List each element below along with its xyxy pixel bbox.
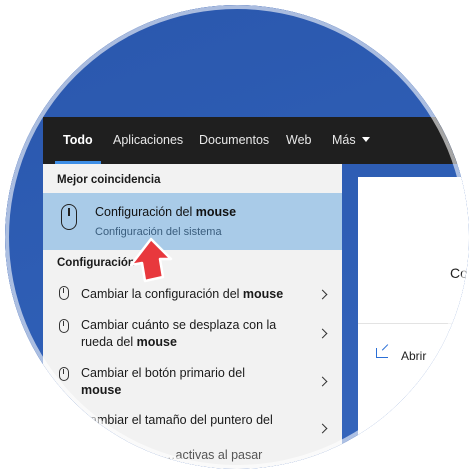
list-item-bold: mouse [136, 335, 177, 349]
caret-down-icon [361, 137, 370, 143]
list-item-label: Cambiar el tamaño del puntero del [81, 413, 273, 427]
red-arrow-pointer-icon [129, 237, 173, 283]
mouse-icon [59, 367, 69, 381]
chevron-right-icon [317, 423, 328, 434]
list-item[interactable]: Cambiar la configuración del mouse [43, 283, 342, 311]
best-match-item[interactable]: Configuración del mouse Configuración de… [43, 193, 342, 250]
mouse-icon [61, 204, 77, 230]
list-item[interactable]: Cambiar el tamaño del puntero del [43, 411, 342, 451]
mouse-icon [59, 414, 69, 428]
mouse-icon [59, 319, 69, 333]
list-item-line1: Cambiar el botón primario del [81, 366, 245, 380]
tab-mas[interactable]: Más [332, 117, 370, 164]
best-match-heading: Mejor coincidencia [57, 174, 161, 186]
tab-todo[interactable]: Todo [55, 117, 101, 164]
chevron-right-icon [317, 328, 328, 339]
preview-panel: Co Abrir [358, 177, 469, 469]
open-icon [376, 348, 388, 358]
chevron-right-icon [317, 289, 328, 300]
zoom-lens: Todo Aplicaciones Documentos Web Más Mej… [5, 5, 469, 469]
list-item[interactable]: Cambiar el botón primario del mouse [43, 364, 342, 404]
tab-mas-label: Más [332, 133, 356, 147]
list-item[interactable]: Cambiar cuánto se desplaza con la rueda d… [43, 316, 342, 356]
list-item-label: Cambiar la configuración del mouse [81, 286, 301, 303]
tab-documentos[interactable]: Documentos [199, 117, 269, 164]
list-item-label: Cambiar el botón primario del mouse [81, 365, 301, 399]
search-results-panel: Mejor coincidencia Configuración del mou… [43, 164, 342, 469]
list-item-label: …activas al pasar [163, 448, 263, 462]
list-item-bold: mouse [242, 287, 284, 301]
open-button[interactable]: Abrir [401, 349, 426, 363]
preview-title: Co [450, 265, 468, 281]
best-match-title-bold: mouse [195, 205, 237, 219]
list-item-bold: mouse [81, 383, 122, 397]
list-item-label: Cambiar cuánto se desplaza con la rueda d… [81, 317, 301, 351]
best-match-title-text: Configuración del [95, 205, 196, 219]
list-item-line1: Cambiar cuánto se desplaza con la [81, 318, 277, 332]
chevron-right-icon [317, 376, 328, 387]
best-match-title: Configuración del mouse [95, 205, 236, 219]
mouse-icon [59, 286, 69, 300]
search-tab-bar: Todo Aplicaciones Documentos Web Más [43, 117, 469, 164]
list-item[interactable]: …activas al pasar [43, 447, 342, 467]
tab-web[interactable]: Web [286, 117, 311, 164]
tab-aplicaciones[interactable]: Aplicaciones [113, 117, 183, 164]
preview-divider [358, 323, 469, 324]
list-item-line2: rueda del [81, 335, 137, 349]
